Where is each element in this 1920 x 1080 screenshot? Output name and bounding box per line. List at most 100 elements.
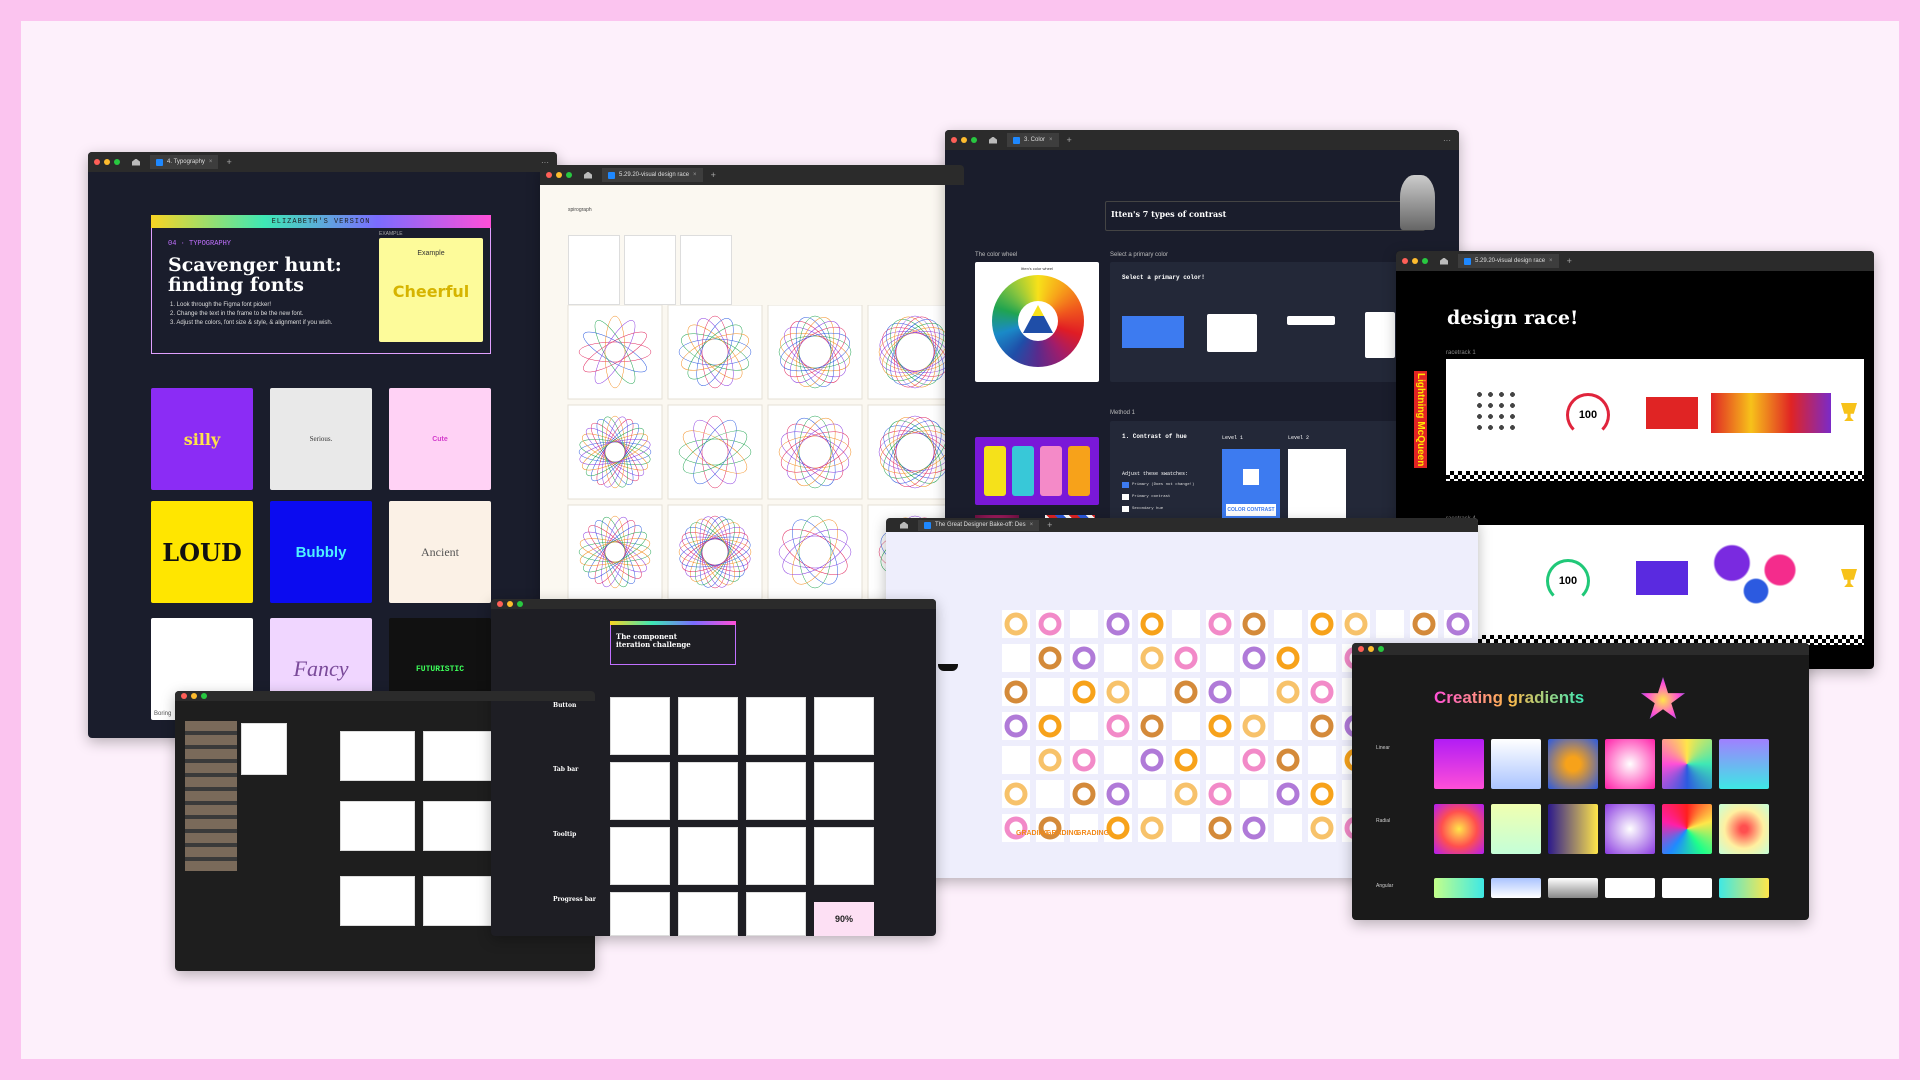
minimize-dot-icon[interactable]: [556, 172, 562, 178]
minimize-dot-icon[interactable]: [961, 137, 967, 143]
new-tab-icon[interactable]: +: [1067, 135, 1072, 145]
new-tab-icon[interactable]: +: [226, 157, 231, 167]
spiro-frame: [767, 404, 863, 500]
title-bar: [175, 691, 595, 701]
info-card: [241, 723, 287, 775]
title-bar: 3. Color × + ···: [945, 130, 1459, 150]
adjust-item: Primary (Does not change!): [1132, 483, 1195, 487]
new-tab-icon[interactable]: +: [711, 170, 716, 180]
grid-cell: [1070, 814, 1098, 842]
gradient-swatch: [1719, 878, 1769, 898]
tab-color[interactable]: 3. Color ×: [1007, 133, 1059, 147]
adjust-item: Primary contrast: [1132, 495, 1171, 499]
home-icon[interactable]: [989, 136, 997, 144]
new-tab-icon[interactable]: +: [1047, 520, 1052, 530]
spiro-frame: [667, 504, 763, 600]
minimize-dot-icon[interactable]: [507, 601, 513, 607]
maximize-dot-icon[interactable]: [971, 137, 977, 143]
figma-file-icon: [608, 171, 615, 179]
card-cute: Cute: [389, 388, 491, 490]
title-bar: 5.29.20-visual design race × +: [1396, 251, 1874, 271]
minimize-dot-icon[interactable]: [1412, 258, 1418, 264]
grid-cell: [1308, 746, 1336, 774]
title-bar: 5.29.20-visual design race × +: [540, 165, 964, 185]
example-caption: EXAMPLE: [379, 231, 403, 237]
minimize-dot-icon[interactable]: [1368, 646, 1374, 652]
method-label: Method 1: [1110, 410, 1136, 416]
new-tab-icon[interactable]: +: [1567, 256, 1572, 266]
home-icon[interactable]: [1440, 257, 1448, 265]
grading-word: GRADING: [1076, 830, 1110, 837]
gradients-window: Creating gradients Linear Radial Angular: [1352, 643, 1809, 920]
typography-window: 4. Typography × + ··· ELIZABETH'S VERSION…: [88, 152, 557, 738]
close-dot-icon[interactable]: [951, 137, 957, 143]
home-icon[interactable]: [900, 521, 908, 529]
phones-card: [975, 437, 1099, 505]
maximize-dot-icon[interactable]: [566, 172, 572, 178]
grid-cell: [1002, 644, 1030, 672]
adjust-item: Secondary hue: [1132, 507, 1164, 511]
color-body: Itten's 7 types of contrast The color wh…: [945, 150, 1459, 560]
gradient-swatch: [1548, 804, 1598, 854]
racetrack-1: 100: [1446, 359, 1864, 481]
contrast-heading: 1. Contrast of hue: [1122, 433, 1187, 440]
swatch-primary[interactable]: [1122, 482, 1129, 488]
tab-bakeoff[interactable]: The Great Designer Bake-off: Des ×: [918, 519, 1040, 531]
component-frame: [678, 697, 738, 755]
maximize-dot-icon[interactable]: [114, 159, 120, 165]
grid-cell: [1104, 644, 1132, 672]
minimize-dot-icon[interactable]: [104, 159, 110, 165]
grid-cell: [1274, 814, 1302, 842]
gauge-value: 100: [1558, 575, 1578, 587]
swatch-contrast[interactable]: [1122, 494, 1129, 500]
blue-swatch: [1122, 316, 1184, 348]
home-icon[interactable]: [132, 158, 140, 166]
tab-race[interactable]: 5.29.20-visual design race ×: [1458, 254, 1559, 268]
primary-panel: Select a primary color!: [1110, 262, 1440, 382]
minimize-dot-icon[interactable]: [191, 693, 197, 699]
close-dot-icon[interactable]: [497, 601, 503, 607]
card-loud: LOUD: [151, 501, 253, 603]
trophy-icon: [1841, 403, 1857, 421]
component-frame: [746, 827, 806, 885]
tab-race[interactable]: 5.29.20-visual design race ×: [602, 168, 703, 182]
contrast-badge: COLOR CONTRAST: [1226, 504, 1276, 516]
level1-label: Level 1: [1222, 435, 1244, 441]
progress-value: 90%: [834, 914, 853, 924]
close-dot-icon[interactable]: [1358, 646, 1364, 652]
close-dot-icon[interactable]: [546, 172, 552, 178]
home-icon[interactable]: [584, 171, 592, 179]
spiro-frame: [667, 404, 763, 500]
component-frame: [610, 892, 670, 936]
close-tab-icon[interactable]: ×: [209, 159, 213, 165]
grid-cell: [1206, 644, 1234, 672]
tab-typography[interactable]: 4. Typography ×: [150, 155, 219, 169]
component-window: The component iteration challenge Button…: [491, 599, 936, 936]
wheel-card: Itten's color wheel: [975, 262, 1099, 382]
example-card: Example Cheerful: [379, 238, 483, 342]
component-frame: [814, 762, 874, 820]
maximize-dot-icon[interactable]: [201, 693, 207, 699]
racetrack-1-label: racetrack 1: [1446, 350, 1476, 356]
swatch-secondary[interactable]: [1122, 506, 1129, 512]
maximize-dot-icon[interactable]: [517, 601, 523, 607]
close-tab-icon[interactable]: ×: [1049, 137, 1053, 143]
page-frame: [340, 876, 415, 926]
section-tabbar: Tab bar: [553, 766, 579, 773]
maximize-dot-icon[interactable]: [1422, 258, 1428, 264]
close-tab-icon[interactable]: ×: [1030, 522, 1034, 528]
card-bubbly: Bubbly: [270, 501, 372, 603]
close-tab-icon[interactable]: ×: [1549, 258, 1553, 264]
spiro-frame: [767, 504, 863, 600]
more-icon[interactable]: ···: [1443, 136, 1451, 145]
grid-cell: [1070, 610, 1098, 638]
crowd-art: [1711, 393, 1831, 433]
maximize-dot-icon[interactable]: [1378, 646, 1384, 652]
spiro-heading: spirograph: [568, 207, 592, 213]
close-tab-icon[interactable]: ×: [693, 172, 697, 178]
grid-cell: [1376, 610, 1404, 638]
gradient-swatch: [1662, 739, 1712, 789]
close-dot-icon[interactable]: [94, 159, 100, 165]
close-dot-icon[interactable]: [1402, 258, 1408, 264]
close-dot-icon[interactable]: [181, 693, 187, 699]
